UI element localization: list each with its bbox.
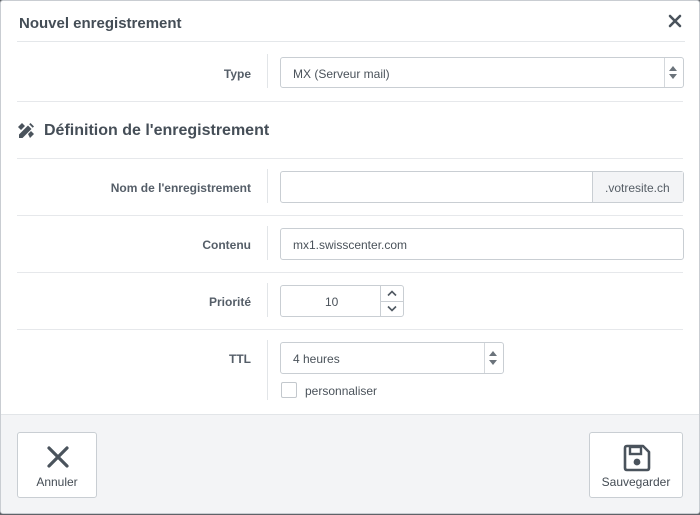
domain-suffix: .votresite.ch [592, 172, 683, 202]
chevron-up-icon [489, 351, 497, 356]
type-row: Type MX (Serveur mail) [17, 42, 684, 102]
content-label: Contenu [202, 238, 251, 252]
dialog-title: Nouvel enregistrement [19, 15, 182, 32]
divider [267, 169, 268, 203]
floppy-disk-icon [623, 444, 651, 472]
section-title: Définition de l'enregistrement [44, 122, 270, 139]
dialog-footer: Annuler Sauvegarder [1, 414, 699, 513]
customize-checkbox[interactable] [281, 382, 297, 398]
divider [267, 54, 268, 88]
save-label: Sauvegarder [601, 475, 671, 489]
divider [267, 283, 268, 317]
ttl-row: TTL 4 heures personnaliser [17, 330, 683, 413]
priority-value: 10 [325, 295, 339, 309]
chevron-up-icon [387, 290, 397, 297]
stepper-buttons [380, 286, 403, 316]
chevron-down-icon [387, 305, 397, 312]
select-arrows[interactable] [664, 58, 683, 87]
priority-label: Priorité [208, 295, 251, 309]
domain-suffix-text: .votresite.ch [605, 181, 670, 195]
customize-label[interactable]: personnaliser [305, 384, 377, 398]
save-button[interactable]: Sauvegarder [589, 432, 683, 498]
chevron-down-icon [489, 360, 497, 365]
name-row: Nom de l'enregistrement .votresite.ch [17, 159, 684, 216]
priority-stepper[interactable]: 10 [280, 285, 404, 317]
x-icon [47, 446, 69, 468]
pencil-ruler-icon [17, 122, 35, 140]
type-label: Type [223, 67, 251, 81]
close-icon[interactable] [667, 13, 683, 29]
chevron-up-icon [669, 66, 677, 71]
name-label: Nom de l'enregistrement [110, 181, 251, 195]
ttl-select[interactable]: 4 heures [280, 342, 504, 374]
priority-row: Priorité 10 [17, 273, 683, 330]
name-input[interactable]: .votresite.ch [280, 171, 684, 203]
divider [267, 226, 268, 260]
chevron-down-icon [669, 74, 677, 79]
dialog-header: Nouvel enregistrement [17, 1, 685, 42]
type-select[interactable]: MX (Serveur mail) [280, 57, 684, 88]
content-input[interactable]: mx1.swisscenter.com [280, 228, 684, 260]
dialog: Nouvel enregistrement Type MX (Serveur m… [0, 0, 700, 514]
decrement-button[interactable] [381, 301, 403, 316]
content-input-value: mx1.swisscenter.com [293, 238, 408, 252]
cancel-button[interactable]: Annuler [17, 432, 97, 498]
increment-button[interactable] [381, 286, 403, 302]
ttl-label: TTL [229, 352, 251, 366]
ttl-select-value: 4 heures [293, 352, 340, 366]
divider [267, 340, 268, 400]
section-header: Définition de l'enregistrement [17, 102, 683, 159]
cancel-label: Annuler [36, 475, 78, 489]
type-select-value: MX (Serveur mail) [293, 67, 390, 81]
content-row: Contenu mx1.swisscenter.com [17, 216, 684, 273]
select-arrows[interactable] [484, 343, 503, 373]
